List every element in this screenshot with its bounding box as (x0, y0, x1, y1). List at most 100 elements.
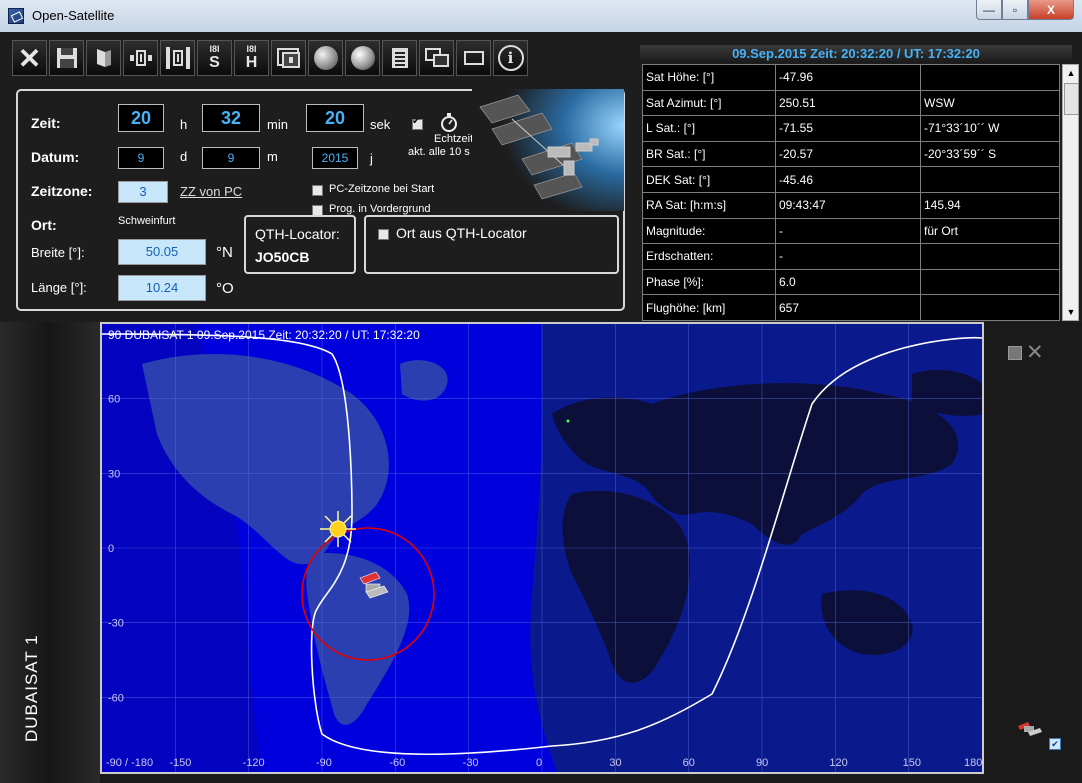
ort-name: Schweinfurt (118, 215, 176, 227)
sat-data-extra (920, 268, 1060, 296)
sat-s-button[interactable]: I8I S (197, 40, 232, 76)
minute-input[interactable]: 32 (202, 104, 260, 132)
map-sidebar: DUBAISAT 1 (0, 322, 100, 783)
title-bar: Open-Satellite — ▫ X (0, 0, 1082, 33)
zz-von-pc-link[interactable]: ZZ von PC (180, 184, 242, 199)
close-icon: ✕ (17, 42, 42, 74)
app-icon (8, 8, 24, 24)
sun-icon (320, 511, 356, 547)
single-window-icon (463, 51, 484, 65)
hour-input[interactable]: 20 (118, 104, 164, 132)
sat-data-label: DEK Sat: [°] (642, 166, 776, 193)
echtzeit-checkbox[interactable] (412, 116, 423, 130)
multi-window-button[interactable] (419, 40, 454, 76)
longitude-label: -90 / -180 (106, 757, 153, 769)
sat-data-value: - (775, 243, 921, 270)
sat-data-row: Phase [%]: 6.0 (642, 268, 1060, 296)
sat-data-value: -20.57 (775, 140, 921, 168)
minimize-button[interactable]: — (976, 0, 1002, 20)
latitude-label: -30 (108, 618, 124, 630)
info-icon: i (497, 45, 524, 71)
exit-button[interactable]: ✕ (12, 40, 47, 76)
sat-data-label: BR Sat.: [°] (642, 140, 776, 168)
year-input[interactable]: 2015 (312, 147, 358, 169)
sat-settings-button[interactable] (123, 40, 158, 76)
time-location-panel: Zeit: 20 h 32 min 20 sek Echtzeit akt. a… (16, 89, 625, 311)
open-book-button[interactable] (86, 40, 121, 76)
window-controls: — ▫ X (976, 0, 1074, 22)
info-button[interactable]: i (493, 40, 528, 76)
sat-data-row: Sat Höhe: [°] -47.96 (642, 64, 1060, 91)
echtzeit-label: Echtzeit (434, 133, 474, 145)
longitude-label: 0 (536, 757, 542, 769)
map-title: 90 DUBAISAT 1 09.Sep.2015 Zeit: 20:32:20… (108, 328, 420, 342)
window-sat-button[interactable] (271, 40, 306, 76)
ort-label: Ort: (31, 217, 57, 233)
sphere-icon (313, 46, 338, 70)
longitude-label: 120 (829, 757, 847, 769)
sat-data-label: Phase [%]: (642, 268, 776, 296)
save-button[interactable] (49, 40, 84, 76)
pc-zeitzone-checkbox[interactable] (312, 185, 323, 196)
sat-data-label: Flughöhe: [km] (642, 294, 776, 321)
satellite-toggle-icon (1018, 722, 1042, 736)
table-scrollbar[interactable]: ▲ ▼ (1062, 64, 1079, 321)
ort-aus-qth-checkbox[interactable] (378, 229, 389, 240)
breite-unit: °N (216, 244, 233, 261)
day-input[interactable]: 9 (118, 147, 164, 169)
second-unit: sek (370, 117, 391, 132)
qth-label: QTH-Locator: (255, 226, 340, 242)
sat-data-row: DEK Sat: [°] -45.46 (642, 166, 1060, 193)
map-close-icon[interactable]: ✕ (1026, 340, 1044, 365)
longitude-label: 90 (756, 757, 768, 769)
sat-data-value: 6.0 (775, 268, 921, 296)
sphere-button[interactable] (308, 40, 343, 76)
sat-data-value: -71.55 (775, 115, 921, 142)
second-input[interactable]: 20 (306, 104, 364, 132)
main-area: ✕ I8I S I8I H i 09.Sep.2015 Zeit: 20:32:… (0, 32, 1082, 783)
single-window-button[interactable] (456, 40, 491, 76)
longitude-label: -120 (243, 757, 265, 769)
sat-select-button[interactable] (160, 40, 195, 76)
world-map[interactable]: 60 30 0 -30 -60 -90 / -180 -150 -120 -90 -60 -30 0… (100, 322, 984, 774)
qth-value[interactable]: JO50CB (255, 249, 309, 265)
sat-data-label: L Sat.: [°] (642, 115, 776, 142)
window-sat-icon (276, 48, 300, 68)
list-button[interactable] (382, 40, 417, 76)
month-unit: m (267, 149, 278, 164)
sat-settings-icon (129, 50, 152, 66)
sat-data-value: 250.51 (775, 89, 921, 117)
sat-data-extra (920, 64, 1060, 91)
sat-data-row: Flughöhe: [km] 657 (642, 294, 1060, 321)
scroll-thumb[interactable] (1064, 83, 1079, 115)
longitude-label: -60 (389, 757, 405, 769)
list-icon (391, 48, 408, 68)
sat-data-label: Sat Höhe: [°] (642, 64, 776, 91)
book-icon (96, 49, 111, 67)
multi-window-icon (424, 48, 449, 67)
sat-data-label: Sat Azimut: [°] (642, 89, 776, 117)
close-window-button[interactable]: X (1028, 0, 1074, 20)
breite-input[interactable]: 50.05 (118, 239, 206, 265)
sat-data-extra: WSW (920, 89, 1060, 117)
scroll-down-icon[interactable]: ▼ (1065, 305, 1077, 319)
globe-button[interactable] (345, 40, 380, 76)
zeitzone-input[interactable]: 3 (118, 181, 168, 203)
maximize-button[interactable]: ▫ (1002, 0, 1028, 20)
map-save-icon[interactable] (1008, 346, 1022, 360)
pc-zeitzone-label: PC-Zeitzone bei Start (329, 183, 435, 195)
scroll-up-icon[interactable]: ▲ (1065, 66, 1077, 80)
longitude-label: -30 (463, 757, 479, 769)
year-unit: j (370, 151, 373, 166)
sat-data-row: BR Sat.: [°] -20.57 -20°33´59´´ S (642, 140, 1060, 168)
laenge-input[interactable]: 10.24 (118, 275, 206, 301)
sat-data-label: Erdschatten: (642, 243, 776, 270)
sat-h-button[interactable]: I8I H (234, 40, 269, 76)
longitude-label: -150 (169, 757, 191, 769)
sat-data-extra: für Ort (920, 217, 1060, 245)
month-input[interactable]: 9 (202, 147, 260, 169)
window-title: Open-Satellite (32, 8, 115, 23)
sat-data-value: 657 (775, 294, 921, 321)
satellite-name-vertical: DUBAISAT 1 (22, 634, 41, 742)
satellite-toggle-checkbox[interactable]: ✔ (1049, 738, 1061, 750)
